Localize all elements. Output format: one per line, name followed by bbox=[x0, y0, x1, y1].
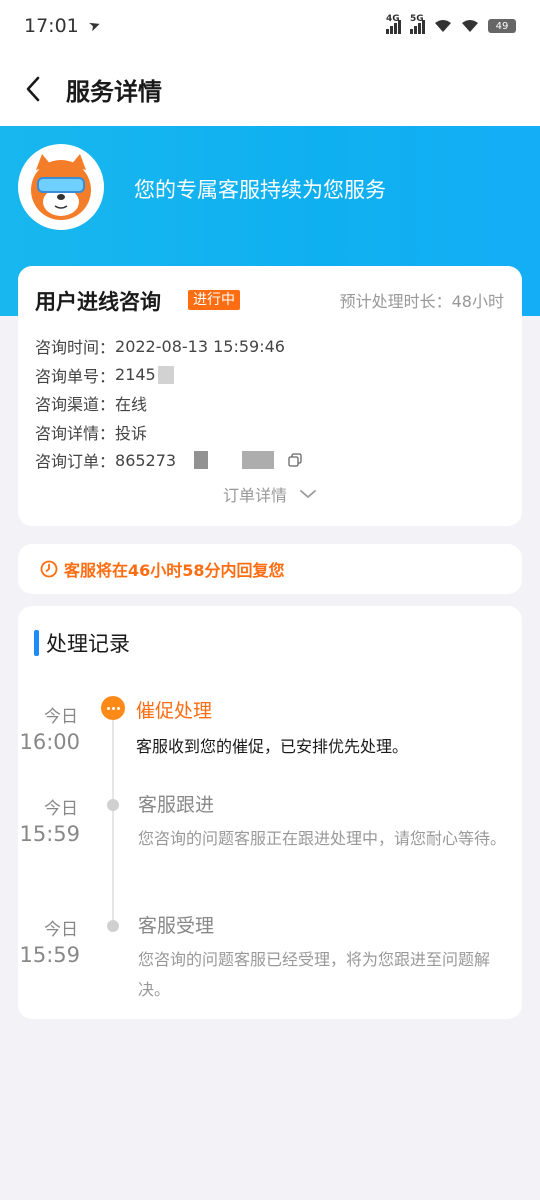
status-time: 17:01 bbox=[24, 15, 79, 37]
info-value: 865273 bbox=[115, 450, 177, 470]
chevron-down-icon bbox=[300, 490, 316, 498]
timeline-dot bbox=[107, 920, 119, 932]
info-label: 咨询详情： bbox=[35, 423, 116, 443]
network-type-label: 5G bbox=[410, 14, 424, 24]
page-title: 服务详情 bbox=[66, 77, 162, 106]
order-detail-label: 订单详情 bbox=[222, 486, 287, 505]
processing-record-card: 处理记录 今日 16:00 催促处理 客服收到您的催促，已安排优先处理。 今日 … bbox=[18, 606, 522, 1019]
reply-notice-card: 客服将在46小时58分内回复您 bbox=[18, 544, 522, 594]
entry-time: 15:59 bbox=[19, 822, 80, 846]
entry-desc: 客服收到您的催促，已安排优先处理。 bbox=[136, 737, 409, 756]
battery-level: 49 bbox=[495, 20, 509, 32]
info-row-time: 咨询时间： 2022-08-13 15:59:46 bbox=[35, 332, 302, 361]
signal-4g-icon: 4G bbox=[386, 14, 401, 34]
timeline-line bbox=[112, 710, 114, 930]
entry-desc: 您咨询的问题客服已经受理，将为您跟进至问题解决。 bbox=[138, 950, 491, 999]
signal-5g-icon: 5G bbox=[410, 14, 425, 34]
estimated-duration: 预计处理时长：48小时 bbox=[339, 292, 504, 311]
info-value: 投诉 bbox=[115, 423, 148, 443]
info-row-channel: 咨询渠道： 在线 bbox=[35, 389, 302, 418]
wifi-icon bbox=[435, 20, 451, 32]
mascot-avatar bbox=[18, 144, 104, 230]
back-button[interactable] bbox=[0, 52, 66, 126]
status-badge: 进行中 bbox=[188, 290, 240, 310]
mascot-icon bbox=[31, 154, 91, 220]
wifi-icon bbox=[462, 20, 478, 32]
clock-icon bbox=[40, 560, 58, 578]
entry-time: 15:59 bbox=[19, 943, 80, 967]
reply-notice-text: 客服将在46小时58分内回复您 bbox=[64, 561, 285, 580]
entry-day: 今日 bbox=[44, 707, 78, 727]
more-dots-icon bbox=[101, 696, 125, 720]
info-label: 咨询订单： bbox=[35, 452, 116, 472]
timeline-dot bbox=[107, 799, 119, 811]
info-value: 2022-08-13 15:59:46 bbox=[115, 336, 285, 356]
info-label: 咨询时间： bbox=[35, 338, 116, 358]
info-row-detail: 咨询详情： 投诉 bbox=[35, 418, 302, 447]
back-arrow-icon bbox=[26, 76, 40, 102]
consultation-info-card: 用户进线咨询 进行中 预计处理时长：48小时 咨询时间： 2022-08-13 … bbox=[18, 266, 522, 526]
network-type-label: 4G bbox=[386, 14, 400, 24]
entry-title: 催促处理 bbox=[136, 700, 213, 722]
status-indicators: 4G 5G 49 bbox=[386, 14, 516, 34]
airplane-mode-icon: ➤ bbox=[86, 16, 103, 36]
entry-time: 16:00 bbox=[19, 730, 80, 754]
info-value: 在线 bbox=[115, 395, 148, 415]
entry-day: 今日 bbox=[44, 799, 78, 819]
entry-day: 今日 bbox=[44, 920, 78, 940]
info-rows: 咨询时间： 2022-08-13 15:59:46 咨询单号： 2145 咨询渠… bbox=[35, 332, 302, 475]
info-row-order: 咨询订单： 865273 bbox=[35, 446, 302, 475]
nav-header: 服务详情 bbox=[0, 52, 540, 126]
entry-title: 客服跟进 bbox=[138, 794, 215, 816]
entry-desc: 您咨询的问题客服正在跟进处理中，请您耐心等待。 bbox=[138, 829, 507, 848]
info-value: 2145 bbox=[115, 365, 156, 385]
entry-title: 客服受理 bbox=[138, 915, 215, 937]
info-row-ticket: 咨询单号： 2145 bbox=[35, 361, 302, 390]
info-label: 咨询渠道： bbox=[35, 395, 116, 415]
battery-icon: 49 bbox=[488, 19, 516, 33]
section-accent-bar bbox=[34, 630, 39, 656]
info-label: 咨询单号： bbox=[35, 366, 116, 386]
consultation-title: 用户进线咨询 bbox=[35, 290, 161, 314]
section-title: 处理记录 bbox=[46, 632, 130, 656]
banner-text: 您的专属客服持续为您服务 bbox=[134, 178, 386, 202]
redacted-block bbox=[242, 451, 275, 470]
redacted-block bbox=[194, 451, 209, 470]
status-bar: 17:01 ➤ 4G 5G 49 bbox=[0, 0, 540, 52]
copy-icon[interactable] bbox=[288, 453, 302, 467]
order-detail-toggle[interactable]: 订单详情 bbox=[18, 482, 522, 506]
redacted-block bbox=[157, 365, 174, 384]
